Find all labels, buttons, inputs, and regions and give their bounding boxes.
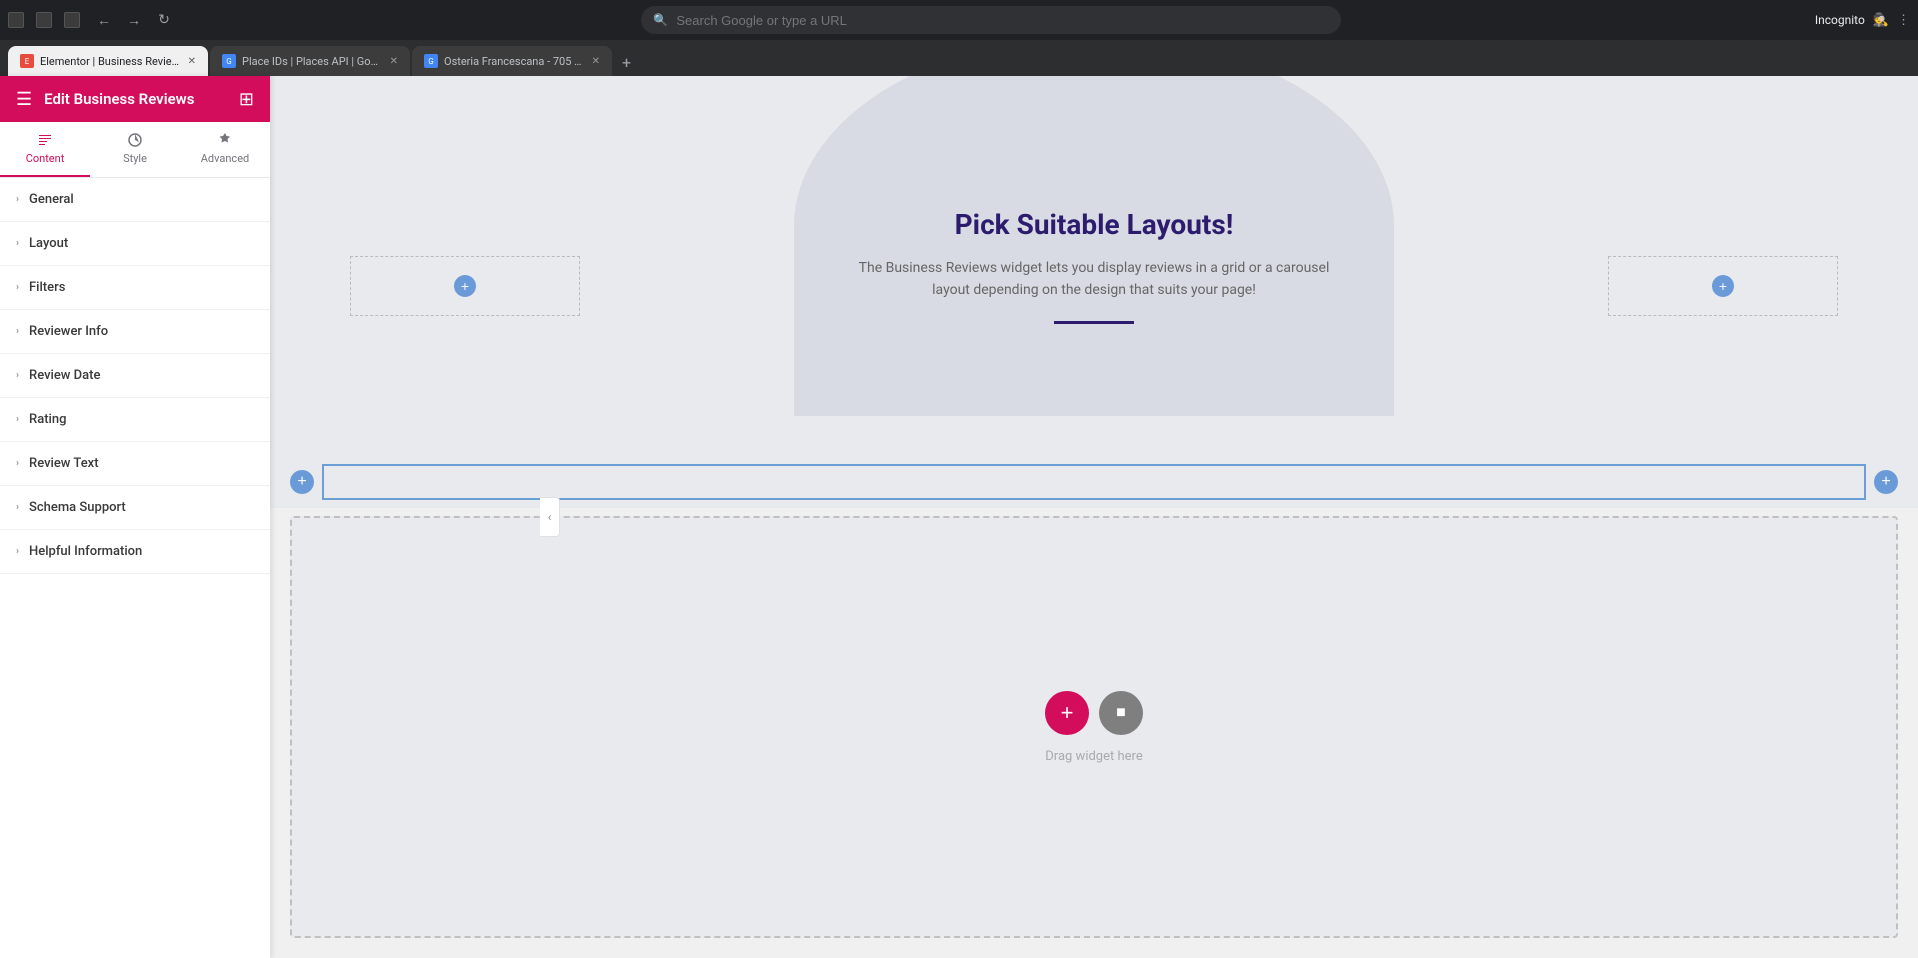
hamburger-icon[interactable]: ☰ (16, 89, 32, 110)
browser-chrome: ← → ↻ 🔍 Incognito 🕵 ⋮ (0, 0, 1918, 40)
reload-button[interactable]: ↻ (152, 8, 176, 32)
tab-title-places: Place IDs | Places API | Google... (242, 55, 384, 68)
tab-advanced[interactable]: Advanced (180, 122, 270, 177)
tab-title-osteria: Osteria Francescana - 705 Photo... (444, 55, 586, 68)
section-chevron-rating: › (16, 414, 19, 425)
grid-icon[interactable]: ⊞ (239, 89, 254, 110)
section-schema-support[interactable]: › Schema Support (0, 486, 270, 530)
section-general[interactable]: › General (0, 178, 270, 222)
widget-drop-row: + + (270, 456, 1918, 508)
section-label-review-date: Review Date (29, 368, 100, 383)
section-reviewer-info[interactable]: › Reviewer Info (0, 310, 270, 354)
browser-actions: Incognito 🕵 ⋮ (1815, 13, 1910, 28)
section-label-schema-support: Schema Support (29, 500, 126, 515)
sidebar-title: Edit Business Reviews (44, 90, 227, 108)
section-label-general: General (29, 192, 74, 207)
section-chevron-filters: › (16, 282, 19, 293)
back-button[interactable]: ← (92, 8, 116, 32)
section-rating[interactable]: › Rating (0, 398, 270, 442)
restore-button[interactable] (36, 12, 52, 28)
widget-drop-zone[interactable] (322, 464, 1866, 500)
tab-style[interactable]: Style (90, 122, 180, 177)
section-helpful-info[interactable]: › Helpful Information (0, 530, 270, 574)
content-tab-icon (37, 132, 53, 148)
new-tab-button[interactable]: + (614, 53, 639, 72)
tab-close-elementor[interactable]: ✕ (188, 56, 196, 67)
tab-title-elementor: Elementor | Business Reviews (40, 55, 182, 68)
advanced-tab-icon (217, 132, 233, 148)
add-widget-right-button[interactable]: + (1874, 470, 1898, 494)
section-review-date[interactable]: › Review Date (0, 354, 270, 398)
add-widget-left-button[interactable]: + (290, 470, 314, 494)
tab-favicon-places: G (222, 54, 236, 68)
tab-osteria[interactable]: G Osteria Francescana - 705 Photo... ✕ (412, 46, 612, 76)
section-chevron-reviewer: › (16, 326, 19, 337)
section-label-helpful-info: Helpful Information (29, 544, 142, 559)
stop-button[interactable]: ■ (1099, 691, 1143, 735)
tab-places[interactable]: G Place IDs | Places API | Google... ✕ (210, 46, 410, 76)
drag-text: Drag widget here (1045, 749, 1142, 764)
content-tab-label: Content (26, 152, 65, 165)
section-chevron-helpful: › (16, 546, 19, 557)
canvas-area: + + Pick Suitable Layouts! The Business … (270, 76, 1918, 958)
section-review-text[interactable]: › Review Text (0, 442, 270, 486)
tabs-bar: E Elementor | Business Reviews ✕ G Place… (0, 40, 1918, 76)
window-controls (8, 12, 80, 28)
widget-divider (1054, 321, 1134, 324)
forward-button[interactable]: → (122, 8, 146, 32)
section-chevron-schema: › (16, 502, 19, 513)
canvas-widget-content: Pick Suitable Layouts! The Business Revi… (270, 76, 1918, 456)
style-tab-icon (127, 132, 143, 148)
canvas-full-layout: + + Pick Suitable Layouts! The Business … (270, 76, 1918, 958)
section-chevron-review-date: › (16, 370, 19, 381)
section-filters[interactable]: › Filters (0, 266, 270, 310)
advanced-tab-label: Advanced (201, 152, 249, 165)
add-section-button[interactable]: + (1045, 691, 1089, 735)
address-bar[interactable]: 🔍 (641, 6, 1341, 34)
section-label-filters: Filters (29, 280, 65, 295)
incognito-icon: 🕵 (1873, 13, 1889, 28)
globe-icon: 🔍 (653, 13, 668, 27)
section-label-reviewer-info: Reviewer Info (29, 324, 108, 339)
tab-favicon-elementor: E (20, 54, 34, 68)
incognito-label: Incognito (1815, 13, 1865, 27)
widget-description: The Business Reviews widget lets you dis… (844, 257, 1344, 302)
section-layout[interactable]: › Layout (0, 222, 270, 266)
tab-elementor[interactable]: E Elementor | Business Reviews ✕ (8, 46, 208, 76)
minimize-button[interactable] (8, 12, 24, 28)
section-chevron-general: › (16, 194, 19, 205)
sidebar-collapse-button[interactable]: ‹ (540, 497, 560, 537)
elementor-sidebar: ☰ Edit Business Reviews ⊞ Content Style … (0, 76, 270, 958)
section-chevron-layout: › (16, 238, 19, 249)
tab-favicon-osteria: G (424, 54, 438, 68)
address-input[interactable] (676, 13, 1329, 28)
section-label-rating: Rating (29, 412, 66, 427)
app-layout: ☰ Edit Business Reviews ⊞ Content Style … (0, 76, 1918, 958)
widget-title: Pick Suitable Layouts! (955, 208, 1234, 241)
sidebar-sections: › General › Layout › Filters › Reviewer … (0, 178, 270, 958)
section-label-review-text: Review Text (29, 456, 99, 471)
drag-drop-area: + ■ Drag widget here (290, 516, 1898, 938)
sidebar-header: ☰ Edit Business Reviews ⊞ (0, 76, 270, 122)
menu-icon[interactable]: ⋮ (1897, 13, 1910, 28)
canvas-top-section: + + Pick Suitable Layouts! The Business … (270, 76, 1918, 456)
close-button[interactable] (64, 12, 80, 28)
section-chevron-review-text: › (16, 458, 19, 469)
tab-content[interactable]: Content (0, 122, 90, 177)
browser-nav: ← → ↻ (92, 8, 176, 32)
tab-close-osteria[interactable]: ✕ (592, 56, 600, 67)
drag-action-buttons: + ■ (1045, 691, 1143, 735)
section-label-layout: Layout (29, 236, 68, 251)
style-tab-label: Style (123, 152, 147, 165)
tab-close-places[interactable]: ✕ (390, 56, 398, 67)
sidebar-tabs: Content Style Advanced (0, 122, 270, 178)
